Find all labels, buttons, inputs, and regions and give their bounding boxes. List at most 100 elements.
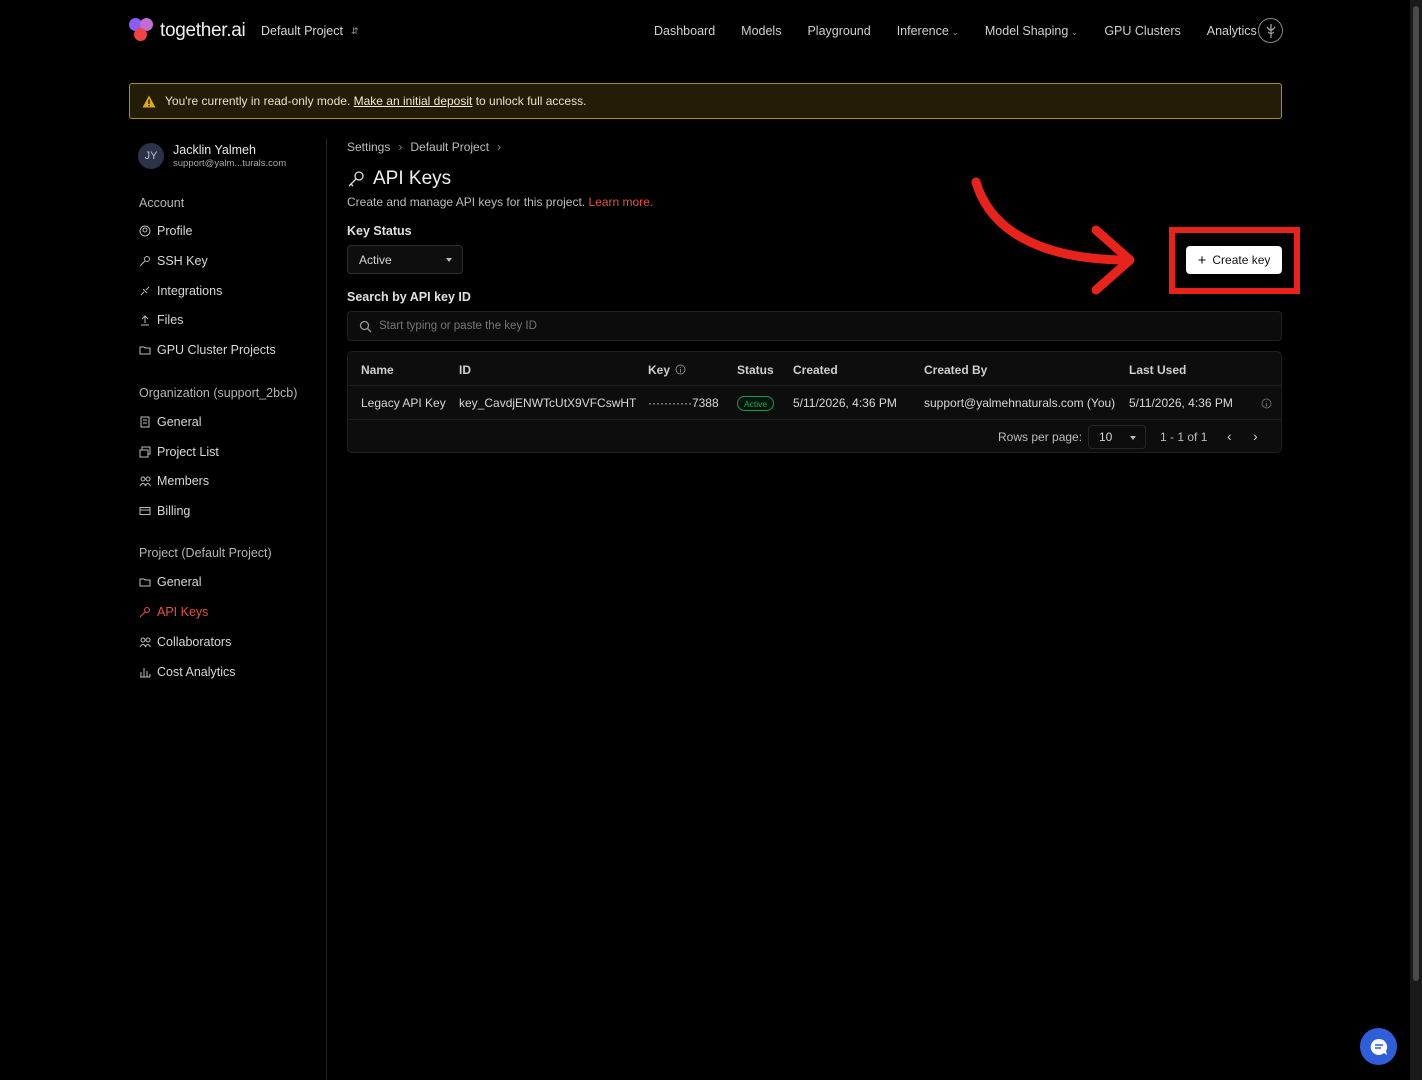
sidebar-item-api-keys[interactable]: API Keys: [139, 605, 208, 619]
logo-icon: [129, 18, 155, 44]
status-badge: Active: [737, 396, 775, 411]
nav-playground[interactable]: Playground: [807, 24, 870, 38]
nav-gpu-clusters[interactable]: GPU Clusters: [1104, 24, 1180, 38]
logo-text: together.ai: [160, 20, 246, 41]
user-circle-icon: [139, 225, 151, 237]
cell-created: 5/11/2026, 4:36 PM: [793, 396, 897, 410]
section-account: Account: [139, 196, 185, 210]
sidebar-item-label: GPU Cluster Projects: [157, 343, 276, 357]
page-title: API Keys: [347, 168, 451, 190]
prev-page-icon[interactable]: ‹: [1227, 428, 1232, 444]
sidebar-item-files[interactable]: Files: [139, 313, 183, 327]
col-id: ID: [459, 363, 471, 377]
sidebar-item-label: General: [157, 575, 202, 589]
caret-down-icon: [446, 258, 452, 262]
key-icon: [139, 606, 151, 618]
credit-card-icon: [139, 505, 151, 517]
subtitle-text: Create and manage API keys for this proj…: [347, 195, 586, 209]
sidebar-item-project-list[interactable]: Project List: [139, 445, 219, 459]
col-created-by: Created By: [924, 363, 988, 377]
chevron-right-icon: ›: [398, 140, 403, 154]
sidebar-item-org-general[interactable]: General: [139, 415, 201, 429]
sidebar-item-members[interactable]: Members: [139, 474, 209, 488]
sidebar-item-collaborators[interactable]: Collaborators: [139, 635, 231, 649]
cell-created-by: support@yalmehnaturals.com (You): [924, 396, 1116, 410]
search-input[interactable]: Start typing or paste the key ID: [347, 311, 1282, 341]
top-nav: together.ai Default Project ⇵ Dashboard …: [0, 0, 1410, 64]
sidebar-item-profile[interactable]: Profile: [139, 224, 192, 238]
sidebar-item-label: SSH Key: [157, 254, 208, 268]
avatar-glyph-icon: [1266, 23, 1275, 38]
project-selector-label: Default Project: [261, 24, 343, 38]
project-selector[interactable]: Default Project ⇵: [261, 24, 359, 38]
user-email: support@yalm...turals.com: [173, 158, 287, 169]
bar-chart-icon: [139, 666, 151, 678]
page-scrollbar[interactable]: [1410, 0, 1422, 1080]
cell-key: ···········7388: [648, 396, 719, 410]
deposit-link[interactable]: Make an initial deposit: [354, 94, 473, 108]
warning-icon: [142, 95, 156, 107]
sidebar-item-label: Profile: [157, 224, 193, 238]
sidebar-item-label: Cost Analytics: [157, 665, 236, 679]
scrollbar-thumb[interactable]: [1413, 6, 1419, 981]
settings-sidebar: JY Jacklin Yalmeh support@yalm...turals.…: [129, 138, 327, 1080]
rows-per-page-select[interactable]: 10: [1088, 425, 1146, 449]
table-row[interactable]: Legacy API Key key_CavdjENWTcUtX9VFCswHT…: [348, 386, 1281, 420]
col-name: Name: [361, 363, 394, 377]
chat-support-button[interactable]: [1360, 1028, 1397, 1065]
nav-inference[interactable]: Inference: [897, 24, 959, 38]
search-label: Search by API key ID: [347, 290, 471, 304]
pagination-range: 1 - 1 of 1: [1160, 430, 1208, 444]
user-name: Jacklin Yalmeh: [173, 143, 256, 157]
table-header: Name ID Key Status Created Created By La…: [348, 352, 1281, 386]
cell-last-used: 5/11/2026, 4:36 PM: [1129, 396, 1233, 410]
col-created: Created: [793, 363, 838, 377]
nav-model-shaping[interactable]: Model Shaping: [985, 24, 1078, 38]
rows-per-page-value: 10: [1099, 430, 1113, 444]
chevron-updown-icon: ⇵: [350, 25, 359, 36]
sidebar-item-label: Members: [157, 474, 210, 488]
nav-analytics[interactable]: Analytics: [1207, 24, 1257, 38]
create-key-label: Create key: [1212, 253, 1271, 267]
logo[interactable]: together.ai: [129, 18, 246, 44]
info-icon[interactable]: [1261, 398, 1272, 409]
nav-models[interactable]: Models: [741, 24, 781, 38]
sidebar-item-integrations[interactable]: Integrations: [139, 284, 222, 298]
col-last-used: Last Used: [1129, 363, 1187, 377]
annotation-arrow: [971, 177, 1135, 295]
sidebar-item-billing[interactable]: Billing: [139, 504, 190, 518]
next-page-icon[interactable]: ›: [1253, 428, 1258, 444]
sidebar-item-cost-analytics[interactable]: Cost Analytics: [139, 665, 236, 679]
key-status-select[interactable]: Active: [347, 245, 463, 274]
folder-icon: [139, 576, 151, 588]
sidebar-item-ssh-key[interactable]: SSH Key: [139, 254, 208, 268]
key-status-label: Key Status: [347, 224, 412, 238]
user-initials-avatar: JY: [138, 143, 164, 169]
section-organization: Organization (support_2bcb): [139, 386, 298, 400]
breadcrumb: Settings › Default Project ›: [347, 140, 501, 154]
breadcrumb-default-project[interactable]: Default Project: [410, 140, 489, 154]
building-icon: [139, 416, 151, 428]
create-key-button[interactable]: + Create key: [1186, 246, 1282, 274]
user-avatar[interactable]: [1258, 18, 1283, 43]
page-title-text: API Keys: [373, 168, 452, 189]
sidebar-item-label: Integrations: [157, 284, 223, 298]
breadcrumb-settings[interactable]: Settings: [347, 140, 390, 154]
learn-more-link[interactable]: Learn more.: [588, 195, 653, 209]
read-only-banner: You're currently in read-only mode. Make…: [129, 83, 1282, 119]
col-key: Key: [648, 363, 671, 377]
cell-name: Legacy API Key: [361, 396, 446, 410]
banner-text: You're currently in read-only mode.: [165, 94, 351, 108]
info-icon[interactable]: [675, 364, 686, 375]
chevron-right-icon: ›: [497, 140, 502, 154]
caret-down-icon: [1130, 436, 1136, 440]
plus-icon: +: [1197, 251, 1207, 269]
search-icon: [359, 320, 372, 332]
sidebar-item-label: General: [157, 415, 202, 429]
users-icon: [139, 475, 151, 487]
sidebar-item-project-general[interactable]: General: [139, 575, 201, 589]
nav-dashboard[interactable]: Dashboard: [654, 24, 715, 38]
rows-per-page-label: Rows per page:: [998, 430, 1083, 444]
sidebar-item-label: Files: [157, 313, 184, 327]
sidebar-item-gpu-cluster-projects[interactable]: GPU Cluster Projects: [139, 343, 276, 357]
